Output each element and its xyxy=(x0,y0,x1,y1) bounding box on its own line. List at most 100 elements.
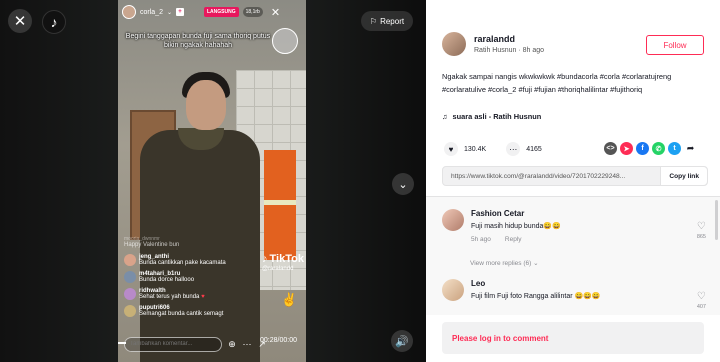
chat-avatar xyxy=(124,288,136,300)
twitter-icon[interactable]: t xyxy=(668,142,681,155)
author-info: raralandd Ratih Husnun · 8h ago xyxy=(442,32,544,56)
report-button[interactable]: ⚐ Report xyxy=(361,11,413,31)
like-count: 130.4K xyxy=(464,145,487,153)
embed-icon[interactable]: <> xyxy=(604,142,617,155)
hand-icon[interactable]: ✌ xyxy=(281,292,297,308)
volume-icon[interactable]: 🔊 xyxy=(391,330,413,352)
host-avatar[interactable] xyxy=(122,5,136,19)
comment-like[interactable]: ♡ 865 xyxy=(697,221,706,240)
video-vest xyxy=(264,150,296,260)
commenter-name[interactable]: Fashion Cetar xyxy=(471,209,561,218)
comment-text: Fuji film Fuji foto Rangga alilintar 😄😄😄 xyxy=(471,293,601,300)
more-replies-label: View more replies (6) xyxy=(470,260,532,267)
engagement-row: ♥ 130.4K ⋯ 4165 xyxy=(444,142,542,156)
video-bottom-bar: ⊕ ⋯ ↗ xyxy=(118,332,306,356)
app-root: ✕ ♪ ⚐ Report corla_2 ⌄ + LANGSUNG 18,1rb… xyxy=(0,0,720,362)
facebook-icon[interactable]: f xyxy=(636,142,649,155)
share-link-box: https://www.tiktok.com/@raralandd/video/… xyxy=(442,166,708,186)
report-label: Report xyxy=(380,16,405,26)
viewer-count: 18,1rb xyxy=(242,7,263,17)
reply-link[interactable]: Reply xyxy=(505,236,522,243)
live-close-icon[interactable]: ✕ xyxy=(271,6,280,19)
comment-text: Fuji masih hidup bunda😄😄 xyxy=(471,223,561,230)
chat-item: jeng_anthi Bunda cantikkan pake kacamata xyxy=(124,254,264,266)
details-panel: raralandd Ratih Husnun · 8h ago Follow N… xyxy=(426,0,720,362)
share-arrow-icon[interactable]: ➦ xyxy=(684,142,697,155)
watermark-logo: TikTok xyxy=(269,253,304,265)
author-username[interactable]: raralandd xyxy=(474,34,544,44)
flag-icon: ⚐ xyxy=(369,16,378,26)
copy-link-button[interactable]: Copy link xyxy=(660,167,707,185)
view-more-replies[interactable]: View more replies (6) ⌄ xyxy=(470,259,539,267)
chevron-down-icon[interactable]: ⌄ xyxy=(392,173,414,195)
hashtag[interactable]: #bundacorla xyxy=(557,72,598,81)
comment-icon[interactable]: ⋯ xyxy=(506,142,521,156)
hashtag[interactable]: #corla_2 xyxy=(488,85,516,94)
chat-message: Bunda cantikkan pake kacamata xyxy=(139,260,226,266)
live-badge: LANGSUNG xyxy=(204,7,239,17)
add-icon[interactable]: ⊕ xyxy=(227,339,237,350)
video-caption: Begini tanggapan bunda fuji sama thoriq … xyxy=(125,33,271,49)
send-icon[interactable]: ➤ xyxy=(620,142,633,155)
more-icon[interactable]: ⋯ xyxy=(242,339,252,350)
chat-item: m4tahari_b1ru Bunda dorce hallooo xyxy=(124,271,264,283)
video-stage: ✕ ♪ ⚐ Report corla_2 ⌄ + LANGSUNG 18,1rb… xyxy=(0,0,426,362)
follow-button[interactable]: Follow xyxy=(646,35,704,55)
hashtag[interactable]: #fuji xyxy=(518,85,532,94)
chat-avatar xyxy=(124,305,136,317)
chevron-down-icon: ⌄ xyxy=(533,260,539,267)
commenter-avatar[interactable] xyxy=(442,209,464,231)
host-name[interactable]: corla_2 xyxy=(140,9,163,16)
login-to-comment[interactable]: Please log in to comment xyxy=(442,322,704,354)
chat-faded-message: Happy Valentine bun xyxy=(124,242,180,248)
author-nickname: Ratih Husnun xyxy=(474,47,517,54)
close-icon[interactable]: ✕ xyxy=(8,9,32,33)
chat-message: Sehat terus yah bunda xyxy=(139,294,200,300)
video-description: Ngakak sampai nangis wkwkwkwk #bundacorl… xyxy=(442,70,704,96)
whatsapp-icon[interactable]: ✆ xyxy=(652,142,665,155)
live-header: corla_2 ⌄ + LANGSUNG 18,1rb ✕ xyxy=(118,0,306,24)
commenter-avatar[interactable] xyxy=(442,279,464,301)
music-note-icon: ♫ xyxy=(442,112,448,121)
share-row: <> ➤ f ✆ t ➦ xyxy=(604,142,697,155)
heart-icon: ♥ xyxy=(201,294,205,300)
commenter-name[interactable]: Leo xyxy=(471,279,601,288)
chat-item: puputri606 Semangat bunda cantik semagt xyxy=(124,305,264,317)
heart-outline-icon[interactable]: ♡ xyxy=(697,221,706,232)
comments-list: Fashion Cetar Fuji masih hidup bunda😄😄 5… xyxy=(426,197,720,315)
hashtag[interactable]: #fujian xyxy=(534,85,556,94)
hashtag[interactable]: #fujithoriq xyxy=(610,85,642,94)
hashtag[interactable]: #corlaratulive xyxy=(442,85,486,94)
comment-item: Fashion Cetar Fuji masih hidup bunda😄😄 5… xyxy=(442,209,561,243)
live-comment-input[interactable] xyxy=(124,336,222,352)
description-text: Ngakak sampai nangis wkwkwkwk xyxy=(442,72,555,81)
sound-name: suara asli - Ratih Husnun xyxy=(452,112,542,121)
chat-message: Semangat bunda cantik semagt xyxy=(139,311,224,317)
author-avatar[interactable] xyxy=(442,32,466,56)
hashtag[interactable]: #thoriqhalilintar xyxy=(558,85,608,94)
tiktok-watermark: ♪ TikTok @raralandd xyxy=(262,253,304,272)
comment-item: Leo Fuji film Fuji foto Rangga alilintar… xyxy=(442,279,601,301)
chat-avatar xyxy=(124,271,136,283)
chat-message: Bunda dorce hallooo xyxy=(139,277,195,283)
music-note-icon: ♪ xyxy=(262,253,268,265)
heart-outline-icon[interactable]: ♡ xyxy=(697,291,706,302)
comment-like[interactable]: ♡ 407 xyxy=(697,291,706,310)
chat-item: ridhwalth Sehat terus yah bunda ♥ xyxy=(124,288,264,300)
share-link-url[interactable]: https://www.tiktok.com/@raralandd/video/… xyxy=(443,173,660,180)
hashtag[interactable]: #corla xyxy=(600,72,620,81)
video-player[interactable]: corla_2 ⌄ + LANGSUNG 18,1rb ✕ Begini tan… xyxy=(118,0,306,362)
tiktok-logo-icon[interactable]: ♪ xyxy=(42,10,66,34)
comment-like-count: 865 xyxy=(696,234,706,240)
scrollbar[interactable] xyxy=(715,200,718,240)
sound-link[interactable]: ♫ suara asli - Ratih Husnun xyxy=(442,112,541,121)
plus-icon[interactable]: + xyxy=(176,8,184,16)
like-icon[interactable]: ♥ xyxy=(444,142,458,156)
chevron-down-icon[interactable]: ⌄ xyxy=(167,9,172,16)
comment-count: 4165 xyxy=(526,145,542,153)
chat-avatar xyxy=(124,254,136,266)
video-progress[interactable] xyxy=(118,342,126,344)
live-chat: mooria_dwnnmr Happy Valentine bun jeng_a… xyxy=(124,236,264,322)
comment-like-count: 407 xyxy=(696,304,706,310)
hashtag[interactable]: #corlaratujreng xyxy=(622,72,671,81)
